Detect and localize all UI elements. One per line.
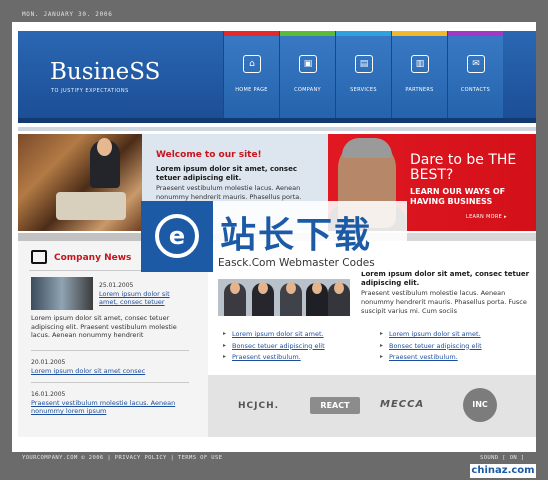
- partner-logo[interactable]: REACT: [310, 397, 360, 414]
- list-link[interactable]: Praesent vestibulum.: [380, 353, 482, 365]
- services-icon: ▤: [355, 55, 373, 73]
- nav-stripe: [224, 31, 279, 36]
- site-logo[interactable]: BusineSS: [50, 59, 160, 85]
- nav-label: COMPANY: [294, 87, 321, 93]
- tagline: TO JUSTIFY EXPECTATIONS: [51, 88, 129, 94]
- partner-logo[interactable]: MECCA: [380, 399, 424, 410]
- news-date: 25.01.2005: [99, 282, 134, 289]
- link-list-right: Lorem ipsum dolor sit amet. Bonsec tetue…: [380, 330, 482, 365]
- learn-more-link[interactable]: LEARN MORE ▸: [466, 214, 507, 220]
- welcome-title: Welcome to our site!: [156, 150, 262, 160]
- about-text: Praesent vestibulum molestie lacus. Aene…: [361, 289, 527, 315]
- promo-hair-shape: [342, 138, 392, 158]
- link-list-left: Lorem ipsum dolor sit amet. Bonsec tetue…: [223, 330, 325, 365]
- news-link[interactable]: Praesent vestibulum molestie lacus. Aene…: [31, 399, 189, 415]
- company-icon: ▣: [299, 55, 317, 73]
- office-photo: [18, 134, 142, 231]
- main-nav: ⌂ HOME PAGE ▣ COMPANY ▤ SERVICES ▥ PARTN…: [223, 31, 503, 118]
- watermark-site: chinaz.com: [470, 464, 536, 478]
- list-link[interactable]: Bonsec tetuer adipiscing elit: [223, 342, 325, 354]
- partner-logo[interactable]: INC: [463, 388, 497, 422]
- news-link[interactable]: Lorem ipsum dolor sit amet, consec tetue…: [99, 290, 184, 306]
- nav-stripe: [392, 31, 447, 36]
- news-date: 16.01.2005: [31, 391, 66, 398]
- promo-title: Dare to be THE BEST?: [410, 152, 517, 183]
- face-shape: [312, 282, 322, 294]
- divider: [31, 350, 189, 351]
- face-shape: [286, 282, 296, 294]
- news-date: 20.01.2005: [31, 359, 66, 366]
- nav-services[interactable]: ▤ SERVICES: [335, 31, 391, 118]
- news-thumbnail: [31, 277, 93, 310]
- footer-links[interactable]: YOURCOMPANY.COM © 2006 | PRIVACY POLICY …: [22, 455, 222, 461]
- list-link[interactable]: Bonsec tetuer adipiscing elit: [380, 342, 482, 354]
- promo-subtitle: LEARN OUR WAYS OF HAVING BUSINESS: [410, 187, 506, 206]
- nav-stripe: [336, 31, 391, 36]
- date-label: MON. JANUARY 30. 2006: [22, 11, 113, 18]
- face-shape: [97, 138, 112, 156]
- nav-label: SERVICES: [350, 87, 377, 93]
- sound-toggle[interactable]: SOUND [ ON ]: [480, 455, 525, 461]
- desk-shape: [56, 192, 126, 220]
- nav-label: CONTACTS: [460, 87, 491, 93]
- home-icon: ⌂: [243, 55, 261, 73]
- divider: [31, 382, 189, 383]
- list-link[interactable]: Lorem ipsum dolor sit amet.: [380, 330, 482, 342]
- header-shadow: [18, 118, 536, 123]
- face-shape: [258, 282, 268, 294]
- nav-company[interactable]: ▣ COMPANY: [279, 31, 335, 118]
- list-link[interactable]: Praesent vestibulum.: [223, 353, 325, 365]
- partner-logo[interactable]: HCJCH.: [238, 401, 279, 411]
- partners-icon: ▥: [411, 55, 429, 73]
- about-lead: Lorem ipsum dolor sit amet, consec tetue…: [361, 270, 530, 287]
- team-photo: [218, 279, 350, 316]
- contacts-icon: ✉: [467, 55, 485, 73]
- nav-stripe: [280, 31, 335, 36]
- welcome-lead: Lorem ipsum dolor sit amet, consec tetue…: [156, 165, 297, 182]
- nav-partners[interactable]: ▥ PARTNERS: [391, 31, 447, 118]
- welcome-text: Praesent vestibulum molestie lacus. Aene…: [156, 184, 302, 201]
- company-news-title: Company News: [54, 253, 132, 263]
- nav-home-page[interactable]: ⌂ HOME PAGE: [223, 31, 279, 118]
- list-link[interactable]: Lorem ipsum dolor sit amet.: [223, 330, 325, 342]
- face-shape: [334, 282, 344, 294]
- nav-contacts[interactable]: ✉ CONTACTS: [447, 31, 503, 118]
- news-link[interactable]: Lorem ipsum dolor sit amet consec: [31, 367, 145, 375]
- watermark-text: 站长下载: [220, 215, 373, 256]
- watermark-logo-mark: e: [155, 214, 199, 258]
- gray-strip-left: [18, 233, 142, 241]
- separator-bar: [18, 127, 536, 131]
- news-text: Lorem ipsum dolor sit amet, consec tetue…: [31, 314, 177, 339]
- nav-label: PARTNERS: [405, 87, 434, 93]
- watermark-subtitle: Easck.Com Webmaster Codes: [218, 257, 375, 269]
- face-shape: [230, 282, 240, 294]
- monitor-icon: [31, 250, 47, 264]
- nav-stripe: [448, 31, 503, 36]
- nav-label: HOME PAGE: [235, 87, 268, 93]
